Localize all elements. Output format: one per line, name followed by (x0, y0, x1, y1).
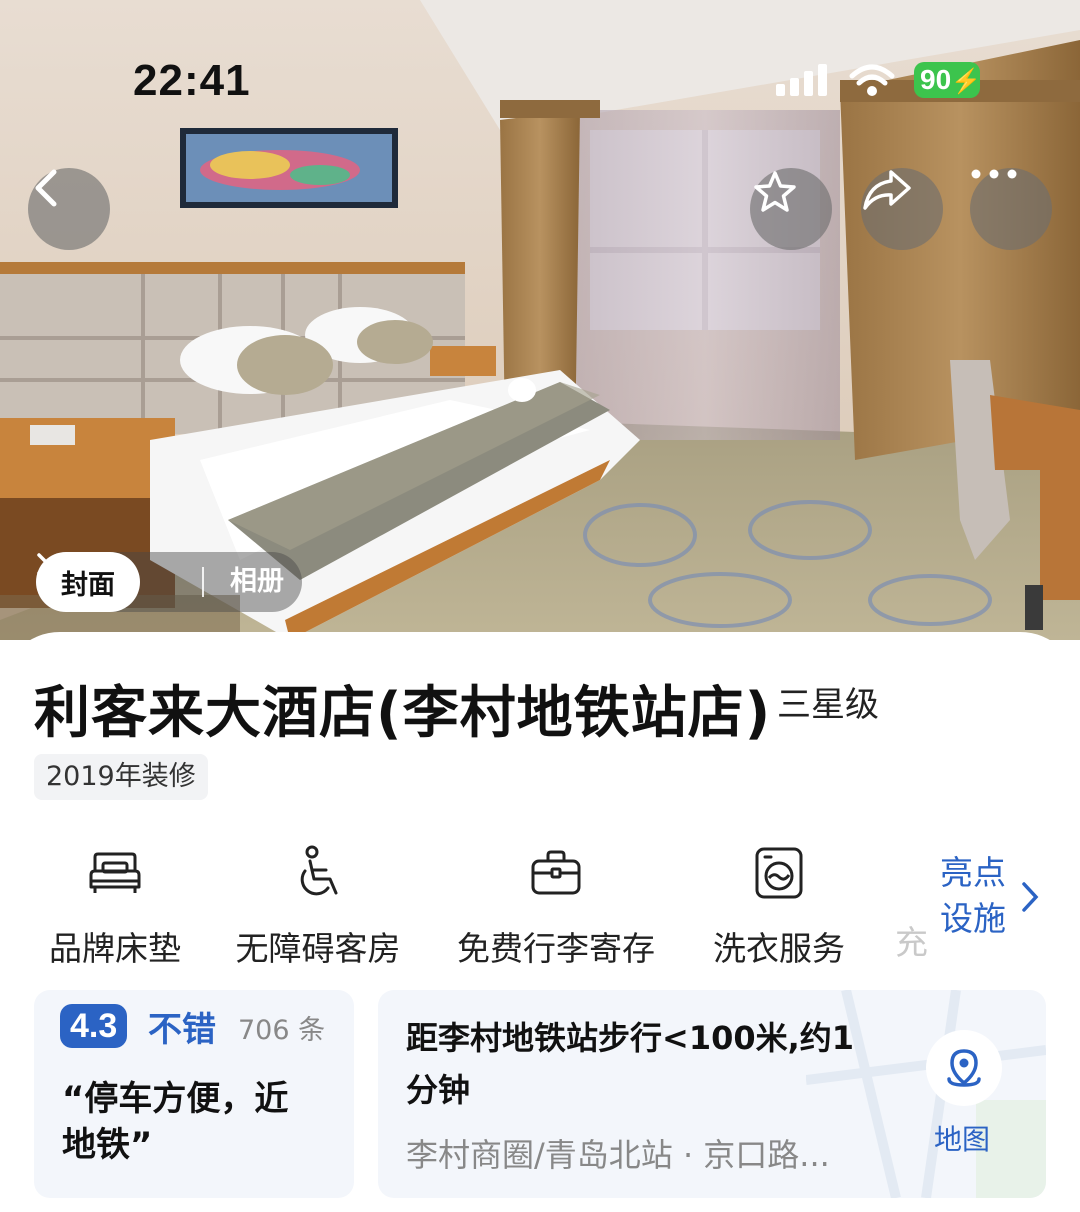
status-icons: 90⚡ (772, 58, 992, 102)
star-icon (754, 171, 796, 212)
rating-card[interactable]: 4.3 不错 706 条 “停车方便，近地铁” (34, 990, 354, 1198)
distance-text: 距李村地铁站步行<100米,约1分钟 (406, 1019, 855, 1109)
highlights-line-2: 设施 (940, 899, 1006, 938)
amenity-partial-label: 充 (895, 923, 928, 962)
chevron-right-icon[interactable] (1020, 880, 1040, 914)
review-quote: “停车方便，近地铁” (62, 1079, 289, 1165)
chevron-left-icon (35, 169, 57, 207)
amenity-label: 品牌床垫 (49, 929, 181, 968)
location-card[interactable]: 距李村地铁站步行<100米,约1分钟 李村商圈/青岛北站 · 京口路... 地图 (378, 990, 1046, 1198)
highlights-link[interactable]: 亮点 设施 (940, 850, 1006, 942)
chevron-right-icon (37, 553, 51, 575)
signal-wifi-icon (776, 64, 895, 96)
amenity-label: 无障碍客房 (235, 929, 401, 968)
amenity-luggage-storage[interactable]: 免费行李寄存 (451, 838, 661, 970)
hotel-name: 利客来大酒店(李村地铁站店) (34, 681, 772, 746)
tab-divider (202, 567, 204, 597)
status-time: 22:41 (133, 56, 251, 105)
renovation-tag: 2019年装修 (34, 754, 208, 800)
wheelchair-icon (300, 845, 338, 896)
photo-tabs: 封面 相册 (36, 552, 302, 612)
area-text: 李村商圈/青岛北站 · 京口路... (406, 1136, 830, 1174)
amenity-label: 免费行李寄存 (457, 929, 655, 968)
hotel-star-level: 三星级 (777, 685, 879, 725)
amenity-accessible-room[interactable]: 无障碍客房 (230, 838, 406, 970)
amenity-mattress[interactable]: 品牌床垫 (44, 838, 186, 970)
tab-album[interactable]: 相册 (230, 552, 284, 612)
share-icon (863, 170, 911, 210)
amenity-label: 洗衣服务 (713, 929, 845, 968)
more-dots-icon (971, 169, 1017, 179)
favorite-button[interactable] (750, 168, 832, 250)
battery-indicator: 90⚡ (914, 62, 981, 98)
score-word: 不错 (148, 1010, 216, 1050)
bed-icon (89, 852, 141, 893)
hotel-photo[interactable]: 22:41 90⚡ 封面 相册 (0, 0, 1080, 640)
luggage-icon (531, 850, 581, 895)
share-button[interactable] (861, 168, 943, 250)
highlights-line-1: 亮点 (940, 853, 1006, 892)
map-label[interactable]: 地图 (934, 1118, 990, 1158)
score-badge: 4.3 (60, 1004, 128, 1048)
back-button[interactable] (28, 168, 110, 250)
amenity-laundry[interactable]: 洗衣服务 (708, 838, 850, 970)
map-button[interactable] (926, 1030, 1002, 1106)
review-count: 706 条 (238, 1015, 326, 1046)
more-button[interactable] (970, 168, 1052, 250)
map-pin-icon (947, 1049, 981, 1087)
washing-machine-icon (755, 847, 803, 899)
